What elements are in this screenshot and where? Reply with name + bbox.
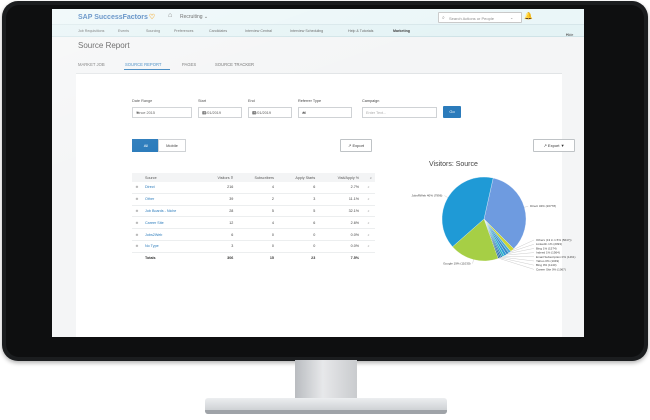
screen: SAP SuccessFactors♡ ⌂ Recruiting ⌄ ⌕ Sea… <box>52 9 584 337</box>
leader-line <box>505 252 535 256</box>
leader-line <box>524 206 529 208</box>
leader-line <box>498 258 535 270</box>
pie-slice-label: JobsRWeb 40% (7996) <box>411 194 442 198</box>
leader-line <box>444 195 448 198</box>
monitor-stand-base <box>205 398 447 414</box>
pie-chart: Direct 34% (20778)Others (13 in 1.5% (56… <box>411 176 576 271</box>
monitor-stand-neck <box>295 360 357 400</box>
pie-slice-label: Direct 34% (20778) <box>530 204 556 208</box>
leader-line <box>472 259 474 264</box>
pie-slice-label: Career Site 0% (1067) <box>536 267 566 271</box>
pie-slice-label: Google 19% (11030) <box>443 262 470 266</box>
